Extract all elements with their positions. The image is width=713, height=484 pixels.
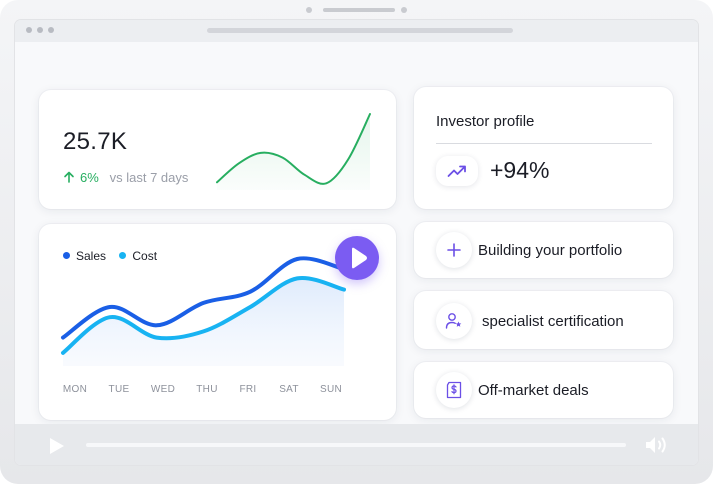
x-tick-label: TUE bbox=[108, 384, 130, 395]
notch-bar bbox=[323, 8, 395, 12]
investor-profile-card: Investor profile +94% bbox=[414, 87, 673, 209]
address-bar[interactable] bbox=[207, 28, 513, 33]
window-titlebar bbox=[15, 20, 698, 42]
plus-icon bbox=[447, 243, 461, 257]
dollar-document-icon-badge bbox=[436, 372, 472, 408]
play-icon bbox=[352, 247, 367, 269]
stat-change: 6% vs last 7 days bbox=[63, 170, 188, 185]
x-tick-label: SUN bbox=[319, 384, 343, 395]
x-tick-label: SAT bbox=[279, 384, 299, 395]
plus-icon-badge bbox=[436, 232, 472, 268]
x-tick-label: FRI bbox=[239, 384, 257, 395]
trending-up-icon-badge bbox=[436, 156, 478, 186]
video-controls bbox=[15, 424, 698, 465]
notch-dot bbox=[306, 7, 312, 13]
notch-dot bbox=[401, 7, 407, 13]
stat-value: 25.7K bbox=[63, 128, 128, 155]
investor-profile-value: +94% bbox=[490, 157, 550, 183]
device-frame: 25.7K 6% vs last 7 days Sales Cost MON T… bbox=[0, 0, 713, 484]
window-dot-close[interactable] bbox=[26, 27, 32, 33]
x-tick-label: MON bbox=[62, 384, 88, 395]
window-dot-maximize[interactable] bbox=[48, 27, 54, 33]
control-play-icon[interactable] bbox=[48, 436, 66, 456]
dollar-document-icon bbox=[446, 381, 462, 399]
stat-change-percent: 6% bbox=[80, 170, 99, 185]
sparkline-area bbox=[217, 114, 370, 190]
trending-up-icon bbox=[447, 165, 466, 177]
stat-change-suffix: vs last 7 days bbox=[109, 170, 189, 185]
browser-window: 25.7K 6% vs last 7 days Sales Cost MON T… bbox=[15, 20, 698, 465]
item-off-market-deals[interactable]: Off-market deals bbox=[414, 362, 673, 418]
item-label: specialist certification bbox=[482, 313, 624, 330]
user-star-icon bbox=[445, 313, 462, 329]
sales-cost-chart-card: Sales Cost MON TUE WED THU FRI SAT SUN bbox=[39, 224, 396, 420]
item-building-portfolio[interactable]: Building your portfolio bbox=[414, 222, 673, 278]
device-notch bbox=[0, 6, 713, 14]
stat-card: 25.7K 6% vs last 7 days bbox=[39, 90, 396, 209]
investor-profile-title: Investor profile bbox=[436, 113, 535, 130]
window-dot-minimize[interactable] bbox=[37, 27, 43, 33]
arrow-up-icon bbox=[64, 171, 74, 183]
progress-track[interactable] bbox=[86, 443, 626, 447]
divider bbox=[436, 143, 652, 144]
x-axis-labels: MON TUE WED THU FRI SAT SUN bbox=[39, 384, 396, 398]
chart-area-fill bbox=[63, 277, 344, 366]
item-label: Off-market deals bbox=[478, 382, 589, 399]
sparkline-chart bbox=[216, 113, 371, 190]
x-tick-label: WED bbox=[150, 384, 176, 395]
dashboard-content: 25.7K 6% vs last 7 days Sales Cost MON T… bbox=[15, 42, 698, 424]
x-tick-label: THU bbox=[196, 384, 218, 395]
item-label: Building your portfolio bbox=[478, 242, 623, 259]
play-button[interactable] bbox=[335, 236, 379, 280]
volume-icon[interactable] bbox=[644, 434, 670, 456]
item-specialist-certification[interactable]: specialist certification bbox=[414, 291, 673, 349]
user-star-icon-badge bbox=[436, 303, 472, 339]
